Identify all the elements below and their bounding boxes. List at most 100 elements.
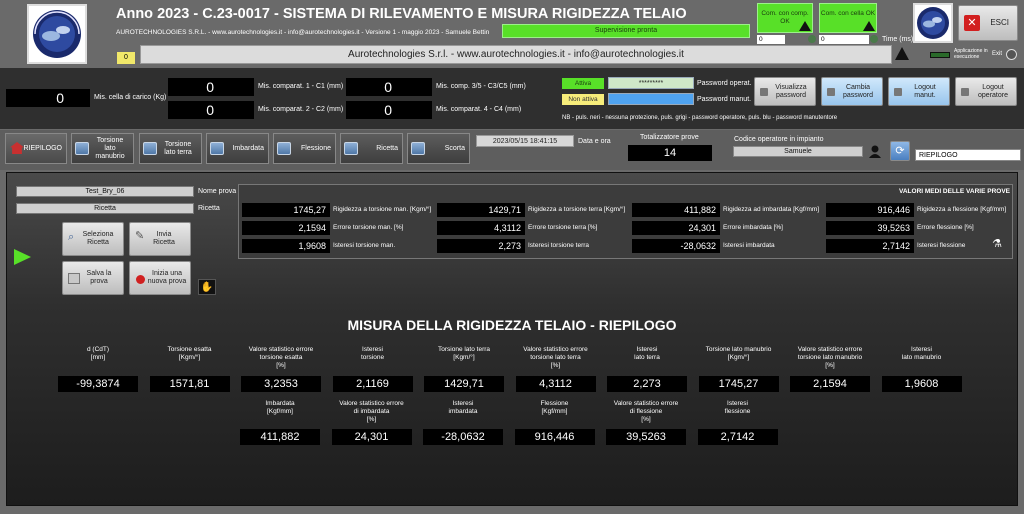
summary-value: 1571,81 xyxy=(149,376,230,392)
summary-value: 2,1594 xyxy=(790,376,870,392)
inizia-label: Inizia una nuova prova xyxy=(147,270,187,285)
tab-label: Scorta xyxy=(444,144,465,152)
small-counter: 0 xyxy=(117,52,135,64)
average-value: 2,7142 xyxy=(826,239,914,253)
operator-code-label: Codice operatore in impianto xyxy=(734,136,824,143)
operator-password-field[interactable]: ********* xyxy=(608,77,694,89)
non-attiva-badge: Non attiva xyxy=(562,94,604,105)
summary-value: 916,446 xyxy=(514,429,595,445)
tab-torsione-manubrio[interactable]: Torsione lato manubrio xyxy=(71,133,134,164)
tab-scorta[interactable]: Scorta xyxy=(407,133,470,164)
c35-value: 0 xyxy=(346,78,432,96)
tab-label: Flessione xyxy=(301,144,331,152)
test-name-field[interactable]: Test_Bry_06 xyxy=(16,186,194,197)
summary-label: Isteresi lato manubrio xyxy=(901,346,942,361)
logo-right xyxy=(913,3,953,43)
averages-title: VALORI MEDI DELLE VARIE PROVE xyxy=(899,188,1010,195)
lock-icon xyxy=(961,88,969,96)
com-comp-dot-icon xyxy=(808,35,816,43)
c4-value: 0 xyxy=(346,101,432,119)
com-cella-status: Com. con cella OK xyxy=(819,3,877,33)
average-label: Isteresi flessione xyxy=(917,242,966,249)
esci-button[interactable]: ✕ ESCI xyxy=(958,5,1018,41)
lock-icon xyxy=(760,88,768,96)
exit-toggle[interactable] xyxy=(1006,49,1017,60)
inizia-prova-button[interactable]: Inizia una nuova prova xyxy=(129,261,191,295)
summary-title: MISURA DELLA RIGIDEZZA TELAIO - RIEPILOG… xyxy=(347,317,677,333)
app-running-label: Applicazione in esecuzione xyxy=(954,48,988,60)
app-title: Anno 2023 - C.23-0017 - SISTEMA DI RILEV… xyxy=(116,6,687,22)
operator-field: Samuele xyxy=(733,146,863,157)
average-value: 2,1594 xyxy=(242,221,330,235)
search-icon: ⌕ xyxy=(68,231,75,243)
exit-label: Exit xyxy=(992,51,1003,57)
recipe-field: Ricetta xyxy=(16,203,194,214)
visualizza-password-button[interactable]: Visualizza password xyxy=(754,77,816,106)
manut-password-field[interactable] xyxy=(608,93,694,105)
cella-value: 0 xyxy=(6,89,90,107)
summary-value: 3,2353 xyxy=(241,376,321,392)
tab-ricetta[interactable]: Ricetta xyxy=(340,133,403,164)
average-value: 916,446 xyxy=(826,203,914,217)
manut-password-label: Password manut. xyxy=(697,96,752,103)
average-value: 24,301 xyxy=(632,221,720,235)
lock-icon xyxy=(827,88,835,96)
summary-value: -28,0632 xyxy=(423,429,503,445)
switch-operator-button[interactable]: ⟳ xyxy=(890,141,910,161)
attiva-badge: Attiva xyxy=(562,78,604,89)
seleziona-ricetta-button[interactable]: ⌕ Seleziona Ricetta xyxy=(62,222,124,256)
com-comp-status: Com. con comp. OK xyxy=(757,3,813,33)
chart-icon xyxy=(344,142,358,155)
invia-label: Invia Ricetta xyxy=(153,231,175,246)
warning-icon xyxy=(799,21,811,31)
warning-icon xyxy=(895,47,909,60)
seleziona-label: Seleziona Ricetta xyxy=(82,231,114,246)
salva-prova-button[interactable]: Salva la prova xyxy=(62,261,124,295)
refresh-icon: ⟳ xyxy=(895,145,905,157)
c1-label: Mis. comparat. 1 - C1 (mm) xyxy=(258,83,344,90)
tab-torsione-terra[interactable]: Torsione lato terra xyxy=(139,133,202,164)
com-cella-dot-icon xyxy=(870,35,878,43)
app-subtitle: AUROTECHNOLOGIES S.R.L. - www.aurotechno… xyxy=(116,29,490,36)
chart-icon xyxy=(143,142,157,155)
test-name-label: Nome prova xyxy=(198,188,237,195)
summary-value: 2,1169 xyxy=(332,376,413,392)
summary-label: Isteresi flessione xyxy=(724,400,751,415)
lock-icon xyxy=(894,88,902,96)
average-value: 411,882 xyxy=(632,203,720,217)
average-value: 39,5263 xyxy=(826,221,914,235)
app-running-led xyxy=(930,52,950,58)
banner: Aurotechnologies S.r.l. - www.aurotechno… xyxy=(140,45,892,64)
average-value: 1745,27 xyxy=(242,203,330,217)
time-label: Time (ms) xyxy=(882,36,914,43)
cella-label: Mis. cella di carico (Kg) xyxy=(94,94,167,101)
summary-value: 1745,27 xyxy=(698,376,779,392)
invia-ricetta-button[interactable]: ✎ Invia Ricetta xyxy=(129,222,191,256)
tab-flessione[interactable]: Flessione xyxy=(273,133,336,164)
average-label: Rigidezza a torsione man. [Kgm/°] xyxy=(333,206,432,213)
logout-manut-label: Logout manut. xyxy=(914,83,936,99)
microscope-icon[interactable]: ⚗ xyxy=(990,237,1004,251)
password-note: NB - puls. neri - nessuna protezione, pu… xyxy=(562,115,838,121)
logout-operatore-button[interactable]: Logout operatore xyxy=(955,77,1017,106)
cambia-password-button[interactable]: Cambia password xyxy=(821,77,883,106)
logout-manut-button[interactable]: Logout manut. xyxy=(888,77,950,106)
c1-value: 0 xyxy=(168,78,254,96)
chart-icon xyxy=(210,142,224,155)
logout-operatore-label: Logout operatore xyxy=(978,83,1008,99)
c35-label: Mis. comp. 3/5 - C3/C5 (mm) xyxy=(436,83,526,90)
page-name-field: RIEPILOGO xyxy=(915,149,1021,161)
summary-value: 24,301 xyxy=(331,429,412,445)
hand-stop-icon[interactable]: ✋ xyxy=(198,279,216,295)
c2-value: 0 xyxy=(168,101,254,119)
tab-riepilogo[interactable]: RIEPILOGO xyxy=(5,133,67,164)
tab-imbardata[interactable]: Imbardata xyxy=(206,133,269,164)
visualizza-label: Visualizza password xyxy=(775,83,807,99)
esci-label: ESCI xyxy=(990,18,1009,27)
summary-value: 1429,71 xyxy=(424,376,504,392)
tab-label: Imbardata xyxy=(232,144,264,152)
com-cella-value: 0 xyxy=(819,35,869,44)
salva-label: Salva la prova xyxy=(86,270,112,285)
operator-avatar-icon xyxy=(868,144,882,158)
average-label: Isteresi torsione terra xyxy=(528,242,590,249)
